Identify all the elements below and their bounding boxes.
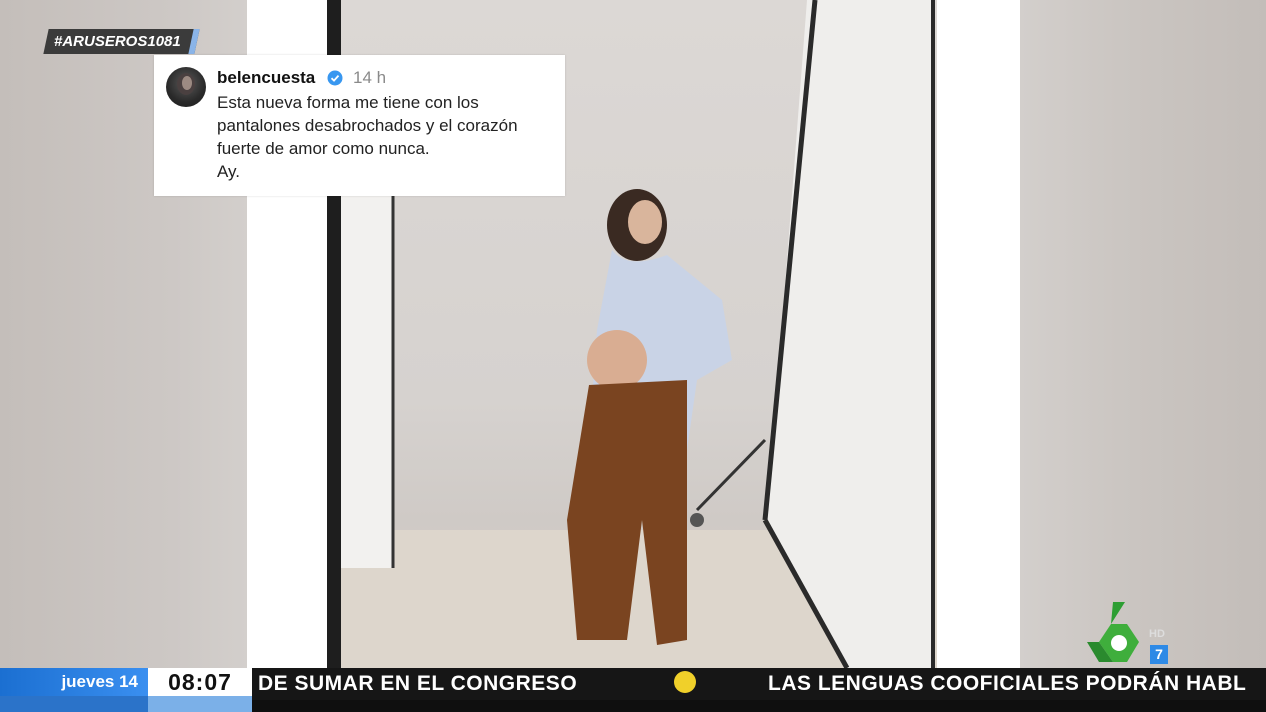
username[interactable]: belencuesta [217, 68, 315, 88]
person-trousers [567, 380, 687, 645]
left-reflector-panel [341, 196, 393, 568]
ticker-separator-dot [674, 671, 696, 693]
ticker-bottom-strip [252, 700, 1266, 712]
post-caption: Esta nueva forma me tiene con los pantal… [217, 93, 518, 181]
instagram-comment-card: belencuesta 14 h Esta nueva forma me tie… [154, 55, 565, 196]
ticker-headline-2: LAS LENGUAS COOFICIALES PODRÁN HABL [768, 672, 1247, 695]
person-belly [587, 330, 647, 390]
ticker-clock-strip [148, 696, 252, 712]
lasexta-logo-icon [1087, 602, 1139, 662]
ticker-headline-1: DE SUMAR EN EL CONGRESO [258, 672, 578, 695]
ticker-day: jueves 14 [0, 668, 148, 696]
channel-number: 7 [1150, 645, 1168, 664]
post-time: 14 h [353, 68, 387, 87]
ticker-headline-bar: DE SUMAR EN EL CONGRESO LAS LENGUAS COOF… [252, 668, 1266, 700]
background-blur-right [1020, 0, 1266, 668]
avatar[interactable] [166, 67, 206, 107]
person-face [628, 200, 662, 244]
verified-badge-icon [327, 70, 343, 86]
hd-label: HD [1149, 628, 1165, 640]
ticker-day-strip [0, 696, 148, 712]
hashtag-label: #ARUSEROS1081 [43, 29, 200, 54]
ticker-clock: 08:07 [148, 668, 252, 696]
